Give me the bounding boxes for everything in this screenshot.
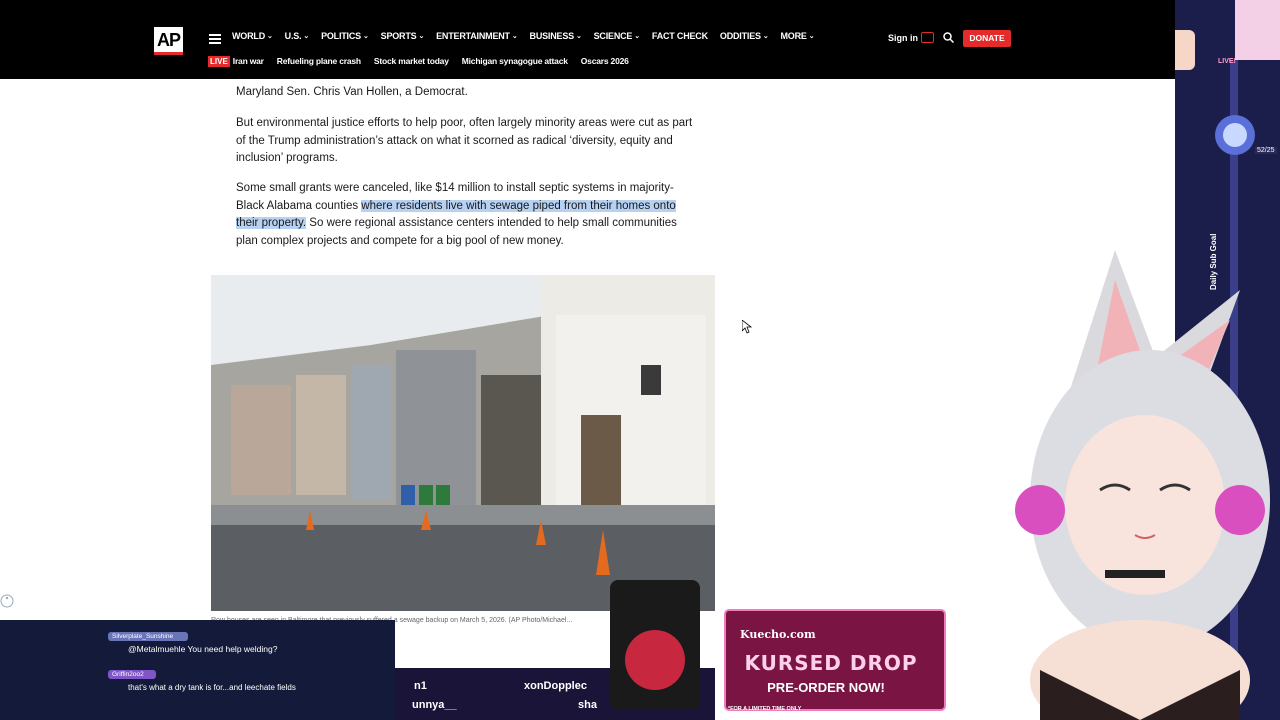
- logo-underline: [154, 52, 183, 55]
- main-nav: WORLD ⌄ U.S. ⌄ POLITICS ⌄ SPORTS ⌄ ENTERTAIN…: [232, 31, 826, 41]
- nav-oddities[interactable]: ODDITIES ⌄: [720, 31, 769, 41]
- trending-link[interactable]: Iran war: [233, 56, 264, 67]
- sign-in-link[interactable]: Sign in: [888, 33, 918, 43]
- trending-link[interactable]: Michigan synagogue attack: [462, 56, 568, 67]
- nav-business[interactable]: BUSINESS ⌄: [530, 31, 582, 41]
- chat-message: that's what a dry tank is for...and leec…: [128, 683, 296, 692]
- article-paragraph: But environmental justice efforts to hel…: [236, 115, 696, 168]
- vtuber-avatar: [1015, 250, 1270, 720]
- ap-logo[interactable]: AP: [154, 27, 183, 54]
- chevron-down-icon: ⌄: [634, 33, 640, 40]
- nav-label: WORLD: [232, 31, 265, 41]
- search-icon[interactable]: [943, 32, 954, 43]
- nav-more[interactable]: MORE ⌄: [780, 31, 814, 41]
- article-photo: [211, 275, 715, 611]
- comment-icon[interactable]: [921, 32, 934, 43]
- nav-label: FACT CHECK: [651, 31, 708, 41]
- chevron-down-icon: ⌄: [808, 33, 815, 40]
- merch-site-label: Kuecho.com: [740, 628, 816, 641]
- chevron-down-icon: ⌄: [303, 33, 310, 40]
- bar-name: unnya__: [412, 699, 457, 711]
- accessibility-icon[interactable]: [0, 594, 14, 608]
- article-paragraph: Some small grants were canceled, like $1…: [236, 180, 696, 250]
- top-nav: AP WORLD ⌄ U.S. ⌄ POLITICS ⌄ SPORTS ⌄ ENTERT…: [0, 0, 1280, 79]
- nav-label: SCIENCE: [593, 31, 633, 41]
- paragraph-text: But environmental justice efforts to hel…: [236, 117, 693, 164]
- merch-shirt-image: [610, 580, 700, 710]
- nav-science[interactable]: SCIENCE ⌄: [594, 31, 640, 41]
- paragraph-text: Maryland Sen. Chris Van Hollen, a Democr…: [236, 86, 468, 98]
- mouse-cursor-icon: [742, 320, 752, 334]
- bar-name: n1: [414, 680, 427, 692]
- nav-label: POLITICS: [321, 31, 361, 41]
- chat-username: Silverplate_Sunshine: [108, 632, 188, 641]
- nav-label: SPORTS: [380, 31, 417, 41]
- merch-title: KURSED DROP: [744, 651, 918, 675]
- nav-us[interactable]: U.S. ⌄: [284, 31, 310, 41]
- nav-fact-check[interactable]: FACT CHECK: [652, 31, 708, 41]
- nav-label: ODDITIES: [719, 31, 761, 41]
- chat-message: @Metalmuehle You need help welding?: [128, 644, 278, 654]
- merch-disclaimer: *FOR A LIMITED TIME ONLY: [728, 706, 802, 712]
- chevron-down-icon: ⌄: [362, 33, 369, 40]
- paragraph-text: Some small grants were canceled, like $1…: [236, 180, 696, 250]
- chevron-down-icon: ⌄: [267, 33, 273, 40]
- nav-label: U.S.: [284, 31, 302, 41]
- chevron-down-icon: ⌄: [418, 33, 425, 40]
- sub-goal-count: 52/25: [1255, 147, 1277, 154]
- donate-button[interactable]: DONATE: [963, 30, 1011, 47]
- merch-cta: PRE-ORDER NOW!: [767, 680, 885, 695]
- chevron-down-icon: ⌄: [762, 33, 769, 40]
- trending-link[interactable]: Oscars 2026: [581, 56, 629, 67]
- nav-sports[interactable]: SPORTS ⌄: [380, 31, 425, 41]
- hamburger-menu-icon[interactable]: [209, 34, 221, 44]
- nav-world[interactable]: WORLD ⌄: [232, 31, 273, 41]
- trending-link[interactable]: Refueling plane crash: [277, 56, 361, 67]
- nav-politics[interactable]: POLITICS ⌄: [321, 31, 369, 41]
- live-label: LIVE!: [1218, 58, 1236, 65]
- stream-chat-panel: [0, 620, 395, 720]
- nav-entertainment[interactable]: ENTERTAINMENT ⌄: [436, 31, 518, 41]
- bar-name: xonDopplec: [524, 680, 587, 692]
- chat-username: Griffin2oo2: [108, 670, 156, 679]
- article-paragraph: Maryland Sen. Chris Van Hollen, a Democr…: [236, 84, 696, 102]
- chevron-down-icon: ⌄: [511, 33, 518, 40]
- nav-label: BUSINESS: [529, 31, 575, 41]
- chevron-down-icon: ⌄: [575, 33, 582, 40]
- live-badge: LIVE: [208, 56, 230, 67]
- trending-bar: LIVE Iran war Refueling plane crash Stoc…: [208, 56, 642, 67]
- trending-link[interactable]: Stock market today: [374, 56, 449, 67]
- nav-label: MORE: [780, 31, 807, 41]
- nav-label: ENTERTAINMENT: [436, 31, 510, 41]
